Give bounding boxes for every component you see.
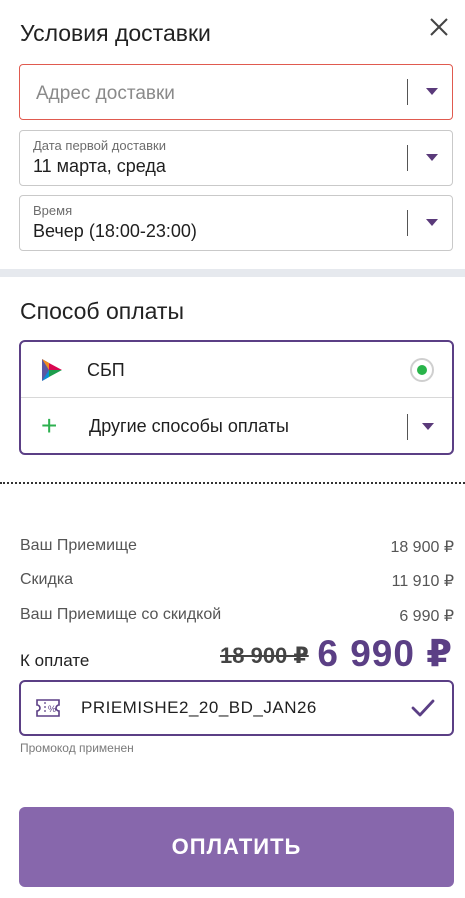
summary-label: Скидка <box>20 571 74 588</box>
total-price: 6 990 ₽ <box>317 633 453 674</box>
time-label: Время <box>33 203 73 218</box>
chevron-down-icon[interactable] <box>426 219 438 226</box>
summary-value: 6 990 ₽ <box>399 608 454 625</box>
payment-option-other[interactable]: + Другие способы оплаты <box>21 399 452 455</box>
divider <box>407 414 408 440</box>
svg-text:%: % <box>48 704 56 714</box>
pay-button[interactable]: ОПЛАТИТЬ <box>19 807 454 887</box>
plus-icon: + <box>41 410 58 441</box>
summary-label: Ваш Приемище со скидкой <box>20 606 222 623</box>
promo-code-value: PRIEMISHE2_20_BD_JAN26 <box>81 698 317 717</box>
chevron-down-icon[interactable] <box>426 88 438 95</box>
chevron-down-icon[interactable] <box>426 154 438 161</box>
coupon-icon: % <box>36 699 60 717</box>
time-value: Вечер (18:00-23:00) <box>33 221 197 241</box>
total-label: К оплате <box>20 651 90 670</box>
summary-row: Скидка 11 910 ₽ <box>20 571 454 590</box>
section-separator <box>0 269 465 277</box>
divider <box>407 210 408 236</box>
promo-code-field[interactable]: % PRIEMISHE2_20_BD_JAN26 <box>19 680 454 736</box>
date-label: Дата первой доставки <box>33 138 166 153</box>
summary-row: Ваш Приемище со скидкой 6 990 ₽ <box>20 606 454 625</box>
promo-status: Промокод применен <box>20 741 134 755</box>
check-icon <box>411 699 435 717</box>
summary-value: 18 900 ₽ <box>390 539 454 556</box>
sbp-radio[interactable] <box>410 358 434 382</box>
chevron-down-icon[interactable] <box>422 423 434 430</box>
dotted-divider <box>0 482 465 484</box>
summary-row: Ваш Приемище 18 900 ₽ <box>20 537 454 556</box>
date-value: 11 марта, среда <box>33 156 166 176</box>
other-payment-label: Другие способы оплаты <box>89 416 289 436</box>
date-select[interactable]: Дата первой доставки 11 марта, среда <box>19 130 453 186</box>
old-price: 18 900 ₽ <box>220 643 309 668</box>
payment-methods: СБП + Другие способы оплаты <box>19 340 454 455</box>
payment-title: Способ оплаты <box>20 298 184 324</box>
address-select[interactable]: Адрес доставки <box>19 64 453 120</box>
delivery-title: Условия доставки <box>20 20 211 46</box>
divider <box>407 79 408 105</box>
address-placeholder: Адрес доставки <box>36 83 175 104</box>
summary-label: Ваш Приемище <box>20 537 137 554</box>
time-select[interactable]: Время Вечер (18:00-23:00) <box>19 195 453 251</box>
divider <box>407 145 408 171</box>
payment-option-sbp[interactable]: СБП <box>21 342 452 398</box>
close-icon[interactable] <box>426 14 452 40</box>
sbp-label: СБП <box>87 360 125 380</box>
summary-value: 11 910 ₽ <box>391 573 454 590</box>
sbp-logo-icon <box>42 359 62 381</box>
